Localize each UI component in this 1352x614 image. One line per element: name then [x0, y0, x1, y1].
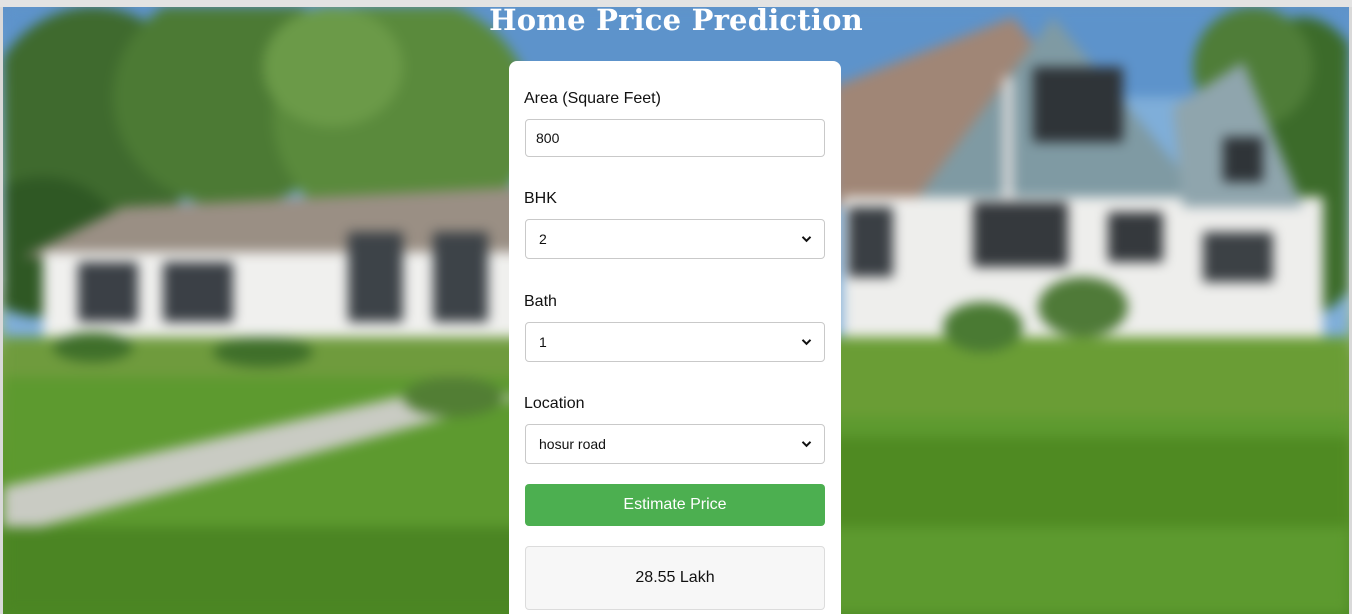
- bhk-select-value: 2: [539, 231, 547, 247]
- chevron-down-icon: [801, 236, 812, 243]
- location-label: Location: [524, 395, 585, 412]
- bhk-select[interactable]: 2: [525, 219, 825, 259]
- location-select-value: hosur road: [539, 436, 606, 452]
- bath-select-value: 1: [539, 334, 547, 350]
- estimate-price-button[interactable]: Estimate Price: [525, 484, 825, 526]
- estimated-price-result: 28.55 Lakh: [525, 546, 825, 610]
- page: Home Price Prediction Area (Square Feet)…: [0, 0, 1352, 614]
- location-select[interactable]: hosur road: [525, 424, 825, 464]
- area-input[interactable]: [525, 119, 825, 157]
- prediction-form-card: Area (Square Feet) BHK 2 Bath 1 Location…: [509, 61, 841, 614]
- chevron-down-icon: [801, 441, 812, 448]
- chevron-down-icon: [801, 339, 812, 346]
- bath-select[interactable]: 1: [525, 322, 825, 362]
- bath-label: Bath: [524, 293, 557, 310]
- estimated-price-text: 28.55 Lakh: [635, 569, 715, 586]
- page-title: Home Price Prediction: [489, 3, 863, 37]
- area-label: Area (Square Feet): [524, 90, 661, 107]
- bhk-label: BHK: [524, 190, 557, 207]
